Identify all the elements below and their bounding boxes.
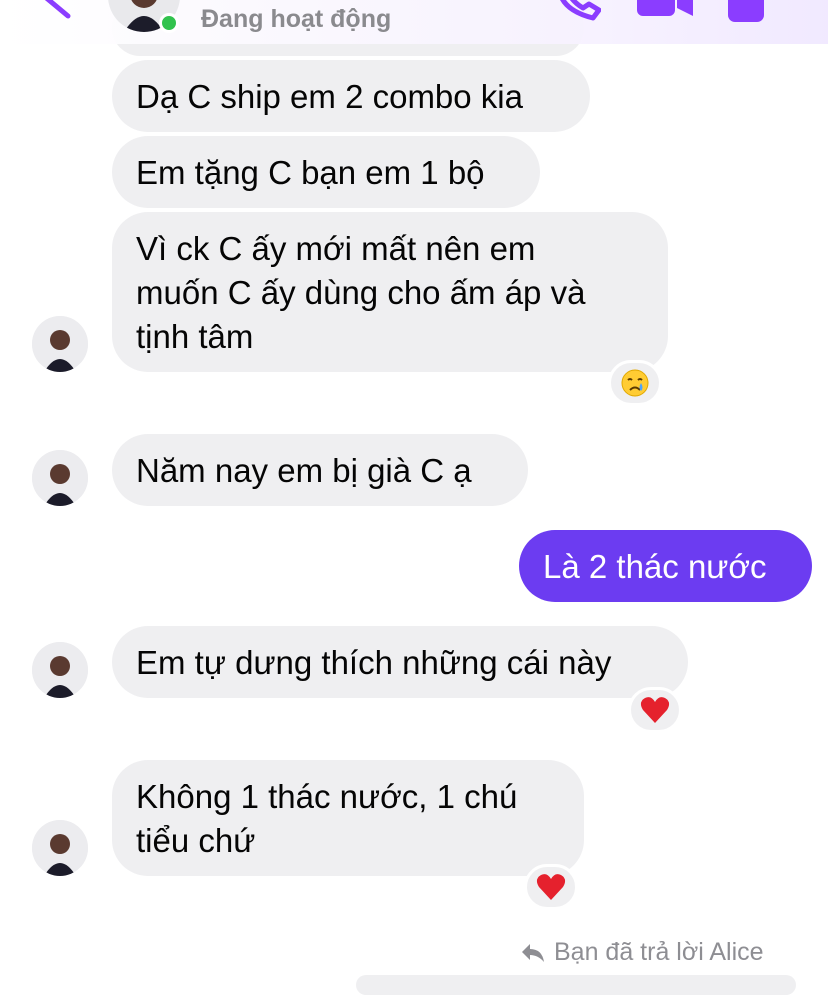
message-text: Năm nay em bị già C ạ xyxy=(136,452,472,489)
crying-face-icon xyxy=(621,369,649,397)
info-icon[interactable] xyxy=(728,0,764,22)
message-text: Không 1 thác nước, 1 chú xyxy=(136,778,518,815)
message-text: Dạ C ship em 2 combo kia xyxy=(136,78,523,115)
message-text: tịnh tâm xyxy=(136,318,254,355)
message-bubble-incoming[interactable]: Em tặng C bạn em 1 bộ xyxy=(112,136,540,208)
sender-avatar[interactable] xyxy=(32,316,88,372)
message-bubble-incoming[interactable]: Không 1 thác nước, 1 chú tiểu chứ xyxy=(112,760,584,876)
message-text: Em tặng C bạn em 1 bộ xyxy=(136,154,485,191)
quoted-message-preview[interactable] xyxy=(356,975,796,995)
chat-header: Đang hoạt động xyxy=(0,0,828,44)
message-text: Vì ck C ấy mới mất nên em xyxy=(136,230,536,267)
sender-avatar[interactable] xyxy=(32,820,88,876)
reply-arrow-icon xyxy=(522,943,544,962)
red-heart-icon xyxy=(536,874,566,900)
reaction-crying-face[interactable] xyxy=(608,360,662,406)
message-bubble-incoming[interactable]: Vì ck C ấy mới mất nên em muốn C ấy dùng… xyxy=(112,212,668,372)
online-status-dot xyxy=(159,13,179,33)
chevron-left-icon[interactable] xyxy=(38,0,78,26)
sender-avatar[interactable] xyxy=(32,450,88,506)
message-text: muốn C ấy dùng cho ấm áp và xyxy=(136,274,586,311)
message-text: Là 2 thác nước xyxy=(543,548,767,585)
video-camera-icon[interactable] xyxy=(637,0,693,16)
active-status-text: Đang hoạt động xyxy=(201,5,392,33)
message-bubble-incoming[interactable]: Em tự dưng thích những cái này xyxy=(112,626,688,698)
reaction-red-heart[interactable] xyxy=(524,864,578,910)
reply-indicator: Bạn đã trả lời Alice xyxy=(520,938,764,967)
message-text: Em tự dưng thích những cái này xyxy=(136,644,612,681)
sender-avatar[interactable] xyxy=(32,642,88,698)
reply-indicator-text: Bạn đã trả lời Alice xyxy=(554,938,764,966)
message-bubble-incoming[interactable]: Dạ C ship em 2 combo kia xyxy=(112,60,590,132)
message-bubble-incoming[interactable]: Năm nay em bị già C ạ xyxy=(112,434,528,506)
reaction-red-heart[interactable] xyxy=(628,687,682,733)
message-bubble-outgoing[interactable]: Là 2 thác nước xyxy=(519,530,812,602)
message-text: tiểu chứ xyxy=(136,822,256,859)
phone-icon[interactable] xyxy=(555,0,601,24)
red-heart-icon xyxy=(640,697,670,723)
